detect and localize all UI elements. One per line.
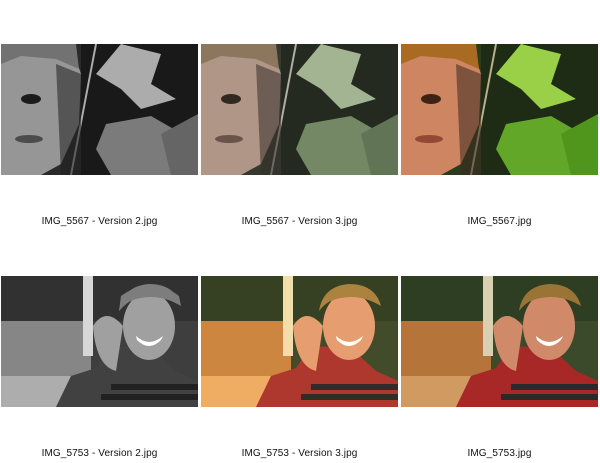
photo-filename: IMG_5753 - Version 2.jpg [41,448,158,459]
photo-filename: IMG_5567.jpg [467,216,532,227]
photo-thumbnail[interactable] [1,44,198,175]
photo-thumbnail[interactable] [201,44,398,175]
photo-thumbnail[interactable] [1,276,198,407]
photo-filename: IMG_5567 - Version 2.jpg [41,216,158,227]
photo-grid: IMG_5567 - Version 2.jpg IMG_5567 - Vers… [0,0,600,463]
photo-thumbnail[interactable] [401,44,598,175]
photo-filename: IMG_5567 - Version 3.jpg [241,216,358,227]
photo-thumbnail[interactable] [201,276,398,407]
photo-filename: IMG_5753 - Version 3.jpg [241,448,358,459]
photo-filename: IMG_5753.jpg [467,448,532,459]
photo-thumbnail[interactable] [401,276,598,407]
